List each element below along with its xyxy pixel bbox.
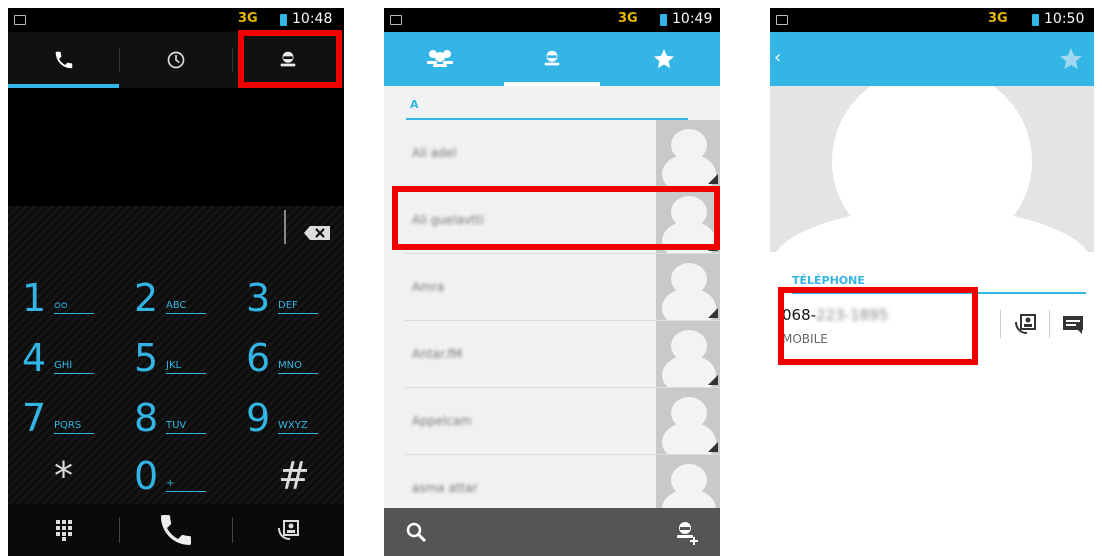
- contact-name: Appelcam: [412, 414, 472, 428]
- contacts-tabs: [384, 32, 720, 86]
- highlight-contact-row: [392, 186, 720, 250]
- key-1[interactable]: 1 ᴑᴑ: [8, 268, 120, 328]
- key-7[interactable]: 7 PQRS: [8, 388, 120, 448]
- tab-call-log[interactable]: [120, 32, 231, 88]
- digits-field[interactable]: [8, 206, 344, 268]
- add-contact-icon[interactable]: [674, 519, 700, 545]
- network-indicator: 3G: [988, 11, 1008, 26]
- key-8[interactable]: 8 TUV: [120, 388, 232, 448]
- add-contact-button[interactable]: [233, 518, 344, 542]
- highlight-phone-number: [778, 287, 978, 365]
- key-hash[interactable]: #: [232, 446, 344, 506]
- tab-all-contacts[interactable]: [496, 32, 608, 86]
- clock-time: 10:49: [672, 11, 713, 27]
- avatar[interactable]: [656, 388, 720, 454]
- avatar[interactable]: [656, 120, 720, 186]
- phone-icon: [160, 515, 191, 545]
- status-bar: 3G 10:50: [770, 8, 1094, 32]
- tab-favorites[interactable]: [608, 32, 720, 86]
- list-item[interactable]: Appelcam: [404, 388, 720, 455]
- section-header: A: [406, 92, 688, 120]
- tab-dialer[interactable]: [8, 32, 120, 88]
- list-item[interactable]: Antar.fM: [404, 321, 720, 388]
- battery-icon: [1032, 14, 1039, 26]
- phone-icon: [55, 51, 72, 69]
- battery-icon: [280, 14, 287, 26]
- key-star[interactable]: *: [8, 446, 120, 506]
- clock-time: 10:50: [1044, 11, 1085, 27]
- key-3[interactable]: 3 DEF: [232, 268, 344, 328]
- dialpad-icon: [55, 520, 72, 541]
- avatar[interactable]: [656, 254, 720, 320]
- gallery-notification-icon: [776, 15, 788, 25]
- battery-icon: [660, 14, 667, 26]
- list-item[interactable]: Ali adel: [404, 120, 720, 187]
- avatar[interactable]: [656, 321, 720, 387]
- star-icon: [654, 49, 674, 69]
- key-6[interactable]: 6 MNO: [232, 328, 344, 388]
- gallery-notification-icon: [14, 15, 26, 25]
- contacts-action-bar: [384, 508, 720, 556]
- network-indicator: 3G: [238, 11, 258, 26]
- key-0[interactable]: 0 +: [120, 446, 232, 506]
- contact-icon: [544, 50, 560, 66]
- clock-time: 10:48: [292, 11, 333, 27]
- key-9[interactable]: 9 WXYZ: [232, 388, 344, 448]
- contact-name: Amra: [412, 280, 445, 294]
- highlight-contacts-tab: [238, 30, 342, 88]
- search-icon[interactable]: [404, 520, 428, 544]
- status-bar: 3G 10:49: [384, 8, 720, 32]
- list-item[interactable]: Amra: [404, 254, 720, 321]
- star-icon[interactable]: [1058, 46, 1084, 72]
- call-button[interactable]: [120, 510, 231, 550]
- contact-card-icon: [278, 520, 300, 540]
- message-icon[interactable]: [1062, 314, 1084, 334]
- contact-photo: [770, 86, 1094, 252]
- backspace-icon[interactable]: [304, 226, 330, 240]
- dialer-screen: 3G 10:48 1 ᴑᴑ 2 ABC 3 DEF 4 GHI 5 JKL 6 …: [8, 8, 344, 556]
- dialer-action-bar: [8, 504, 344, 556]
- tab-groups[interactable]: [384, 32, 496, 86]
- gallery-notification-icon: [390, 15, 402, 25]
- key-4[interactable]: 4 GHI: [8, 328, 120, 388]
- dialpad-toggle-button[interactable]: [8, 519, 119, 541]
- keypad: 1 ᴑᴑ 2 ABC 3 DEF 4 GHI 5 JKL 6 MNO 7 PQRS 8 TUV …: [8, 206, 344, 556]
- contacts-screen: 3G 10:49 A Ali adel Ali guelavtti Amra A…: [384, 8, 720, 556]
- phone-actions: [1000, 310, 1084, 338]
- contact-card-icon[interactable]: [1013, 312, 1037, 336]
- contact-name: Ali adel: [412, 146, 457, 160]
- contact-name: asma attar: [412, 481, 478, 495]
- status-bar: 3G 10:48: [8, 8, 344, 32]
- contact-name: Antar.fM: [412, 347, 463, 361]
- clock-icon: [167, 51, 185, 69]
- detail-header: ‹: [770, 32, 1094, 86]
- text-cursor: [284, 210, 286, 244]
- voicemail-icon: ᴑᴑ: [54, 300, 94, 314]
- contact-detail-screen: 3G 10:50 ‹ TÉLÉPHONE 068-223-1895 MOBILE: [770, 8, 1094, 556]
- number-display: [8, 88, 344, 206]
- back-icon[interactable]: ‹: [774, 48, 781, 68]
- key-5[interactable]: 5 JKL: [120, 328, 232, 388]
- key-2[interactable]: 2 ABC: [120, 268, 232, 328]
- contact-list: Ali adel Ali guelavtti Amra Antar.fM App…: [384, 120, 720, 522]
- network-indicator: 3G: [618, 11, 638, 26]
- groups-icon: [427, 50, 453, 67]
